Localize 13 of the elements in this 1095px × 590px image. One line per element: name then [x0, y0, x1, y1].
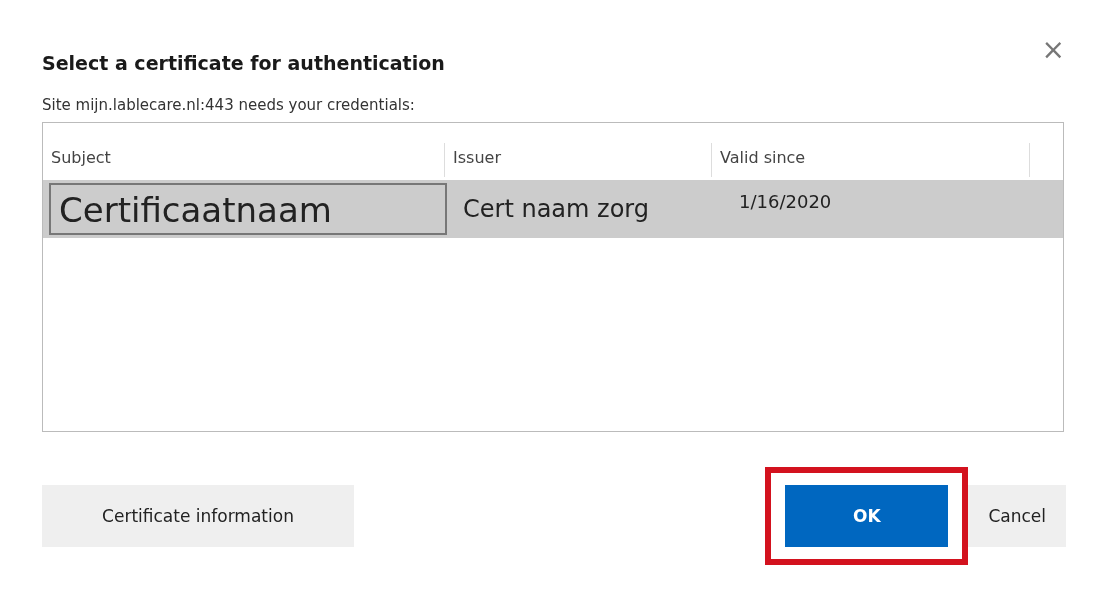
column-header[interactable]: Valid since [712, 143, 1030, 177]
close-button[interactable]: × [1041, 36, 1065, 64]
column-header[interactable]: Issuer [445, 143, 712, 177]
dialog-button[interactable]: Cancel [968, 485, 1066, 547]
dialog-button[interactable]: Certificate information [42, 485, 354, 547]
table-cell-text: 1/16/2020 [738, 190, 832, 212]
table-row[interactable]: Certificaatnaam Cert naam zorg 1/16/2020 [43, 180, 1063, 238]
table-cell-text: Cert naam zorg [462, 195, 651, 223]
column-header[interactable]: Subject [43, 143, 445, 177]
dialog-title: Select a certificate for authentication [42, 52, 445, 74]
ok-button[interactable]: OK [785, 485, 949, 547]
message-text: Site mijn.lablecare.nl:443 needs your credentials: [42, 96, 416, 114]
table-cell: Certificaatnaam [49, 183, 447, 235]
